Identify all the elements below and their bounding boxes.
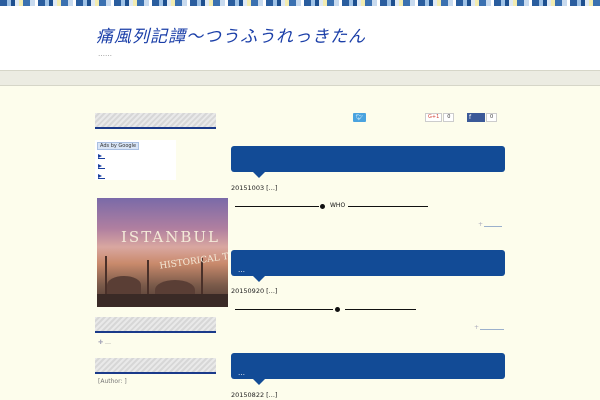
city-skyline-shape (97, 294, 228, 307)
ad-image-title: ISTANBUL (121, 228, 220, 246)
post-divider-label: WHO (330, 202, 346, 209)
istanbul-ad-image[interactable]: ISTANBUL HISTORICAL TOURISM (97, 198, 228, 307)
ads-by-google-label[interactable]: Ads by Google (97, 142, 140, 150)
author-text: [Author: ] (98, 378, 127, 385)
ad-image-subtitle: HISTORICAL TOURISM (158, 246, 228, 272)
post-divider-line (235, 206, 319, 207)
post-date: 20150822 [...] (231, 391, 278, 399)
google-plus-share-button[interactable]: G+1 0 (425, 113, 455, 122)
post-divider-line (348, 206, 428, 207)
mosque-dome-shape (107, 276, 141, 294)
ad-link-arrow-icon[interactable] (98, 164, 105, 169)
sidebar-recent-link-text: … (104, 339, 111, 346)
sidebar-recent-link[interactable]: ✚ … (98, 339, 111, 346)
twitter-bird-icon: 🐦︎ (355, 114, 364, 121)
ad-link-arrow-icon[interactable] (98, 174, 105, 179)
minaret-shape (105, 256, 107, 296)
site-title[interactable]: 痛風列記譚～つうふうれっきたん (96, 22, 366, 47)
post-title[interactable]: … (238, 369, 245, 377)
read-more-underline (484, 222, 503, 227)
google-plus-count: 0 (443, 113, 455, 122)
post-date: 20151003 [...] (231, 184, 278, 192)
post-divider-dot (320, 204, 325, 209)
nav-bar (0, 70, 600, 86)
read-more-link[interactable]: + (474, 324, 505, 331)
facebook-icon: f (467, 113, 485, 122)
post-divider-dot (335, 307, 340, 312)
site-description: …… (98, 50, 112, 58)
plus-icon: ✚ (98, 339, 104, 346)
post-title-bar[interactable]: … (231, 250, 505, 282)
read-more-underline (480, 325, 505, 330)
post-title[interactable]: … (238, 266, 245, 274)
post-title-bar[interactable] (231, 146, 505, 178)
site-header: 痛風列記譚～つうふうれっきたん …… (0, 6, 600, 70)
post-divider-line (345, 309, 416, 310)
read-more-link[interactable]: + (478, 221, 503, 228)
ad-link-arrow-icon[interactable] (98, 154, 105, 159)
post-title-bar[interactable]: … (231, 353, 505, 385)
google-ads-box: Ads by Google (95, 140, 176, 180)
google-plus-icon: G+1 (425, 113, 443, 122)
plus-icon: + (478, 221, 484, 228)
minaret-shape (147, 260, 149, 296)
facebook-like-button[interactable]: f 0 (467, 113, 498, 122)
facebook-count: 0 (486, 113, 498, 122)
plus-icon: + (474, 324, 480, 331)
sidebar-widget-header-recent (95, 317, 216, 333)
twitter-share-button[interactable]: 🐦︎ (353, 113, 366, 122)
post-divider-line (235, 309, 333, 310)
post-date: 20150920 [...] (231, 287, 278, 295)
sidebar-widget-header-author (95, 358, 216, 374)
sidebar-widget-header-ads (95, 113, 216, 129)
